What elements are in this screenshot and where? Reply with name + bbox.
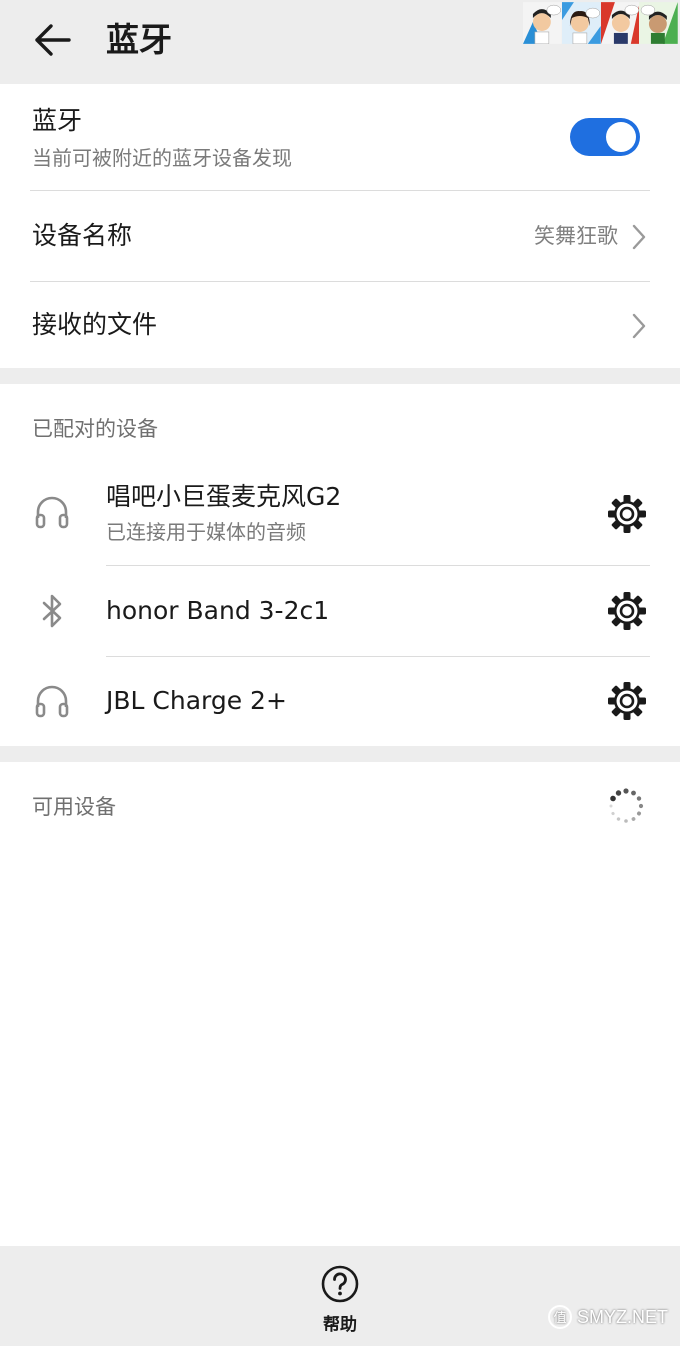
chevron-right-icon	[632, 224, 646, 250]
avatar	[561, 2, 601, 44]
paired-device-name: JBL Charge 2+	[106, 686, 287, 715]
device-name-label: 设备名称	[32, 221, 133, 250]
bluetooth-icon	[42, 594, 62, 628]
paired-device-name: 唱吧小巨蛋麦克风G2	[106, 482, 342, 511]
headphones-icon	[35, 496, 69, 529]
available-devices-header: 可用设备	[32, 795, 116, 819]
help-label: 帮助	[323, 1315, 357, 1335]
bluetooth-subtitle: 当前可被附近的蓝牙设备发现	[32, 146, 292, 170]
decorative-avatar-strip	[523, 2, 678, 44]
bottom-bar: 帮助 值 SMYZ.NET	[0, 1246, 680, 1346]
device-name-value: 笑舞狂歌	[534, 224, 618, 248]
avatar	[523, 2, 562, 44]
help-button[interactable]: 帮助	[300, 1260, 380, 1340]
paired-devices-card: 已配对的设备 唱吧小巨蛋麦克风G2 已连接用于媒体的音频 honor Band …	[0, 384, 680, 746]
help-icon	[321, 1265, 359, 1303]
received-files-row[interactable]: 接收的文件	[0, 282, 680, 368]
paired-device-row[interactable]: JBL Charge 2+	[0, 657, 680, 746]
page-title: 蓝牙	[106, 20, 172, 59]
loading-spinner-icon	[609, 788, 644, 823]
device-name-row[interactable]: 设备名称 笑舞狂歌	[0, 191, 680, 281]
toggle-knob	[606, 122, 636, 152]
top-app-bar: 蓝牙	[0, 0, 680, 84]
gear-icon[interactable]	[606, 680, 648, 722]
received-files-label: 接收的文件	[32, 310, 158, 339]
bluetooth-toggle[interactable]	[570, 118, 640, 156]
bluetooth-settings-card: 蓝牙 当前可被附近的蓝牙设备发现 设备名称 笑舞狂歌 接收的文件	[0, 84, 680, 368]
bluetooth-label: 蓝牙	[32, 106, 83, 135]
gear-icon[interactable]	[606, 493, 648, 535]
avatar	[600, 2, 640, 44]
watermark-text: SMYZ.NET	[576, 1306, 668, 1327]
svg-text:值: 值	[553, 1310, 566, 1326]
gear-icon[interactable]	[606, 590, 648, 632]
chevron-right-icon	[632, 313, 646, 339]
paired-device-status: 已连接用于媒体的音频	[106, 520, 306, 544]
paired-devices-header: 已配对的设备	[32, 417, 158, 441]
bluetooth-toggle-row[interactable]: 蓝牙 当前可被附近的蓝牙设备发现	[0, 84, 680, 190]
paired-device-name: honor Band 3-2c1	[106, 596, 330, 625]
headphones-icon	[35, 685, 69, 718]
watermark-logo-icon: 值	[547, 1305, 572, 1329]
available-devices-card: 可用设备	[0, 762, 680, 1246]
watermark: 值 SMYZ.NET	[547, 1304, 668, 1330]
avatar	[639, 2, 678, 44]
arrow-left-icon	[35, 24, 71, 56]
back-button[interactable]	[30, 20, 74, 60]
paired-device-row[interactable]: 唱吧小巨蛋麦克风G2 已连接用于媒体的音频	[0, 468, 680, 564]
paired-device-row[interactable]: honor Band 3-2c1	[0, 566, 680, 656]
